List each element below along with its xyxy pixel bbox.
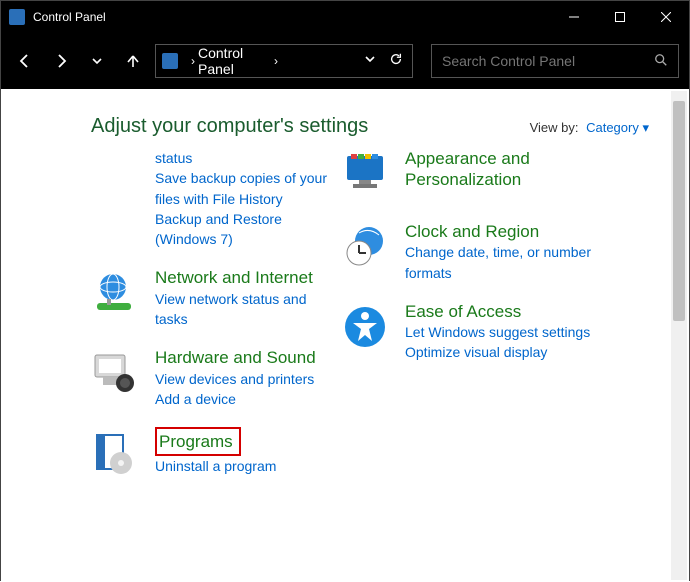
view-by-label: View by: <box>530 120 579 135</box>
refresh-button[interactable] <box>386 52 406 71</box>
scrollbar[interactable] <box>671 91 687 580</box>
network-icon <box>91 267 149 329</box>
category-sublink[interactable]: Save backup copies of your files with Fi… <box>155 168 341 209</box>
category-sublink[interactable]: Uninstall a program <box>155 456 341 476</box>
ease-of-access-icon <box>341 301 399 363</box>
category-sublink[interactable]: Change date, time, or number formats <box>405 242 601 283</box>
category-network-and-internet[interactable]: Network and Internet <box>155 267 341 288</box>
search-input[interactable] <box>442 53 654 69</box>
back-button[interactable] <box>11 47 39 75</box>
category-clock-and-region[interactable]: Clock and Region <box>405 221 601 242</box>
category-sublink[interactable]: status <box>155 148 341 168</box>
control-panel-icon <box>9 9 25 25</box>
control-panel-icon <box>162 53 178 69</box>
category-sublink[interactable]: View network status and tasks <box>155 289 341 330</box>
appearance-icon <box>341 148 399 203</box>
category-hardware-and-sound[interactable]: Hardware and Sound <box>155 347 341 368</box>
up-button[interactable] <box>119 47 147 75</box>
category-sublink[interactable]: Backup and Restore (Windows 7) <box>155 209 341 250</box>
programs-icon <box>91 427 149 482</box>
address-bar[interactable]: › Control Panel › <box>155 44 413 78</box>
scrollbar-thumb[interactable] <box>673 101 685 321</box>
page-title: Adjust your computer's settings <box>91 115 530 138</box>
category-ease-of-access[interactable]: Ease of Access <box>405 301 601 322</box>
maximize-button[interactable] <box>597 1 643 33</box>
view-by: View by: Category ▾ <box>530 120 649 136</box>
highlight-annotation: Programs <box>155 427 241 456</box>
window-title: Control Panel <box>33 10 551 24</box>
titlebar: Control Panel <box>1 1 689 33</box>
category-sublink[interactable]: Let Windows suggest settings <box>405 322 601 342</box>
category-sublink[interactable]: View devices and printers <box>155 369 341 389</box>
toolbar: › Control Panel › <box>1 33 689 89</box>
minimize-button[interactable] <box>551 1 597 33</box>
search-icon[interactable] <box>654 53 668 70</box>
search-bar[interactable] <box>431 44 679 78</box>
category-programs[interactable]: Programs <box>159 431 233 452</box>
breadcrumb[interactable]: Control Panel <box>198 45 271 77</box>
category-sublink[interactable]: Optimize visual display <box>405 342 601 362</box>
history-chevron-icon[interactable] <box>360 52 380 70</box>
hardware-icon <box>91 347 149 409</box>
recent-locations-button[interactable] <box>83 47 111 75</box>
close-button[interactable] <box>643 1 689 33</box>
view-by-dropdown[interactable]: Category ▾ <box>586 120 649 135</box>
forward-button[interactable] <box>47 47 75 75</box>
content-area: Adjust your computer's settings View by:… <box>1 89 689 582</box>
chevron-right-icon: › <box>188 54 198 68</box>
category-appearance-and-personalization[interactable]: Appearance and Personalization <box>405 148 601 191</box>
chevron-down-icon: ▾ <box>642 120 649 135</box>
window-controls <box>551 1 689 33</box>
category-sublink[interactable]: Add a device <box>155 389 341 409</box>
chevron-right-icon: › <box>271 54 281 68</box>
clock-icon <box>341 221 399 283</box>
